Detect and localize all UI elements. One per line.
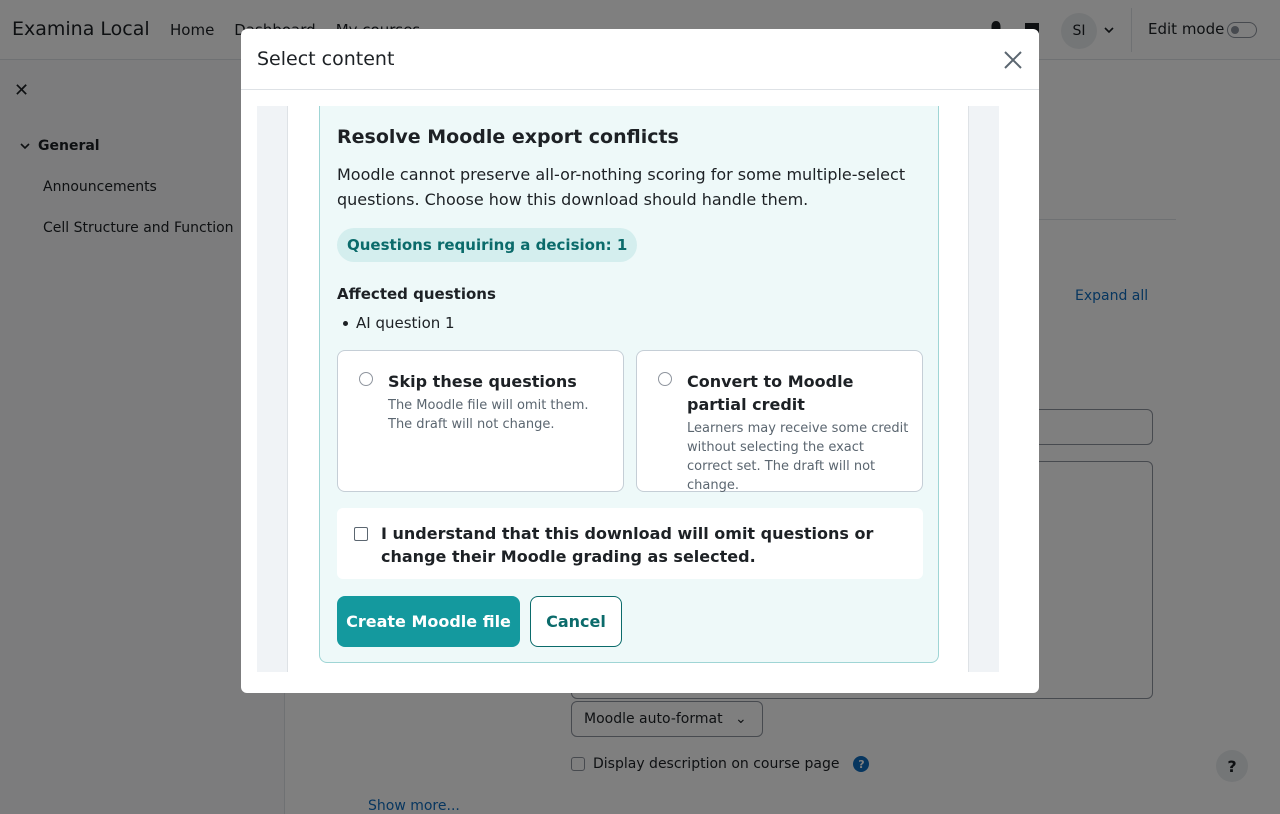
affected-questions-heading: Affected questions [337, 285, 496, 303]
create-moodle-file-button[interactable]: Create Moodle file [337, 596, 520, 647]
option-title: Convert to Moodle partial credit [687, 372, 854, 414]
bullet-icon [343, 320, 348, 326]
option-skip-questions[interactable]: Skip these questions The Moodle file wil… [337, 350, 624, 492]
acknowledge-box: I understand that this download will omi… [337, 508, 923, 579]
option-description: Learners may receive some credit without… [687, 421, 909, 493]
acknowledge-label[interactable]: I understand that this download will omi… [381, 522, 901, 568]
convert-partial-credit-radio[interactable] [658, 372, 672, 386]
affected-question-item: AI question 1 [343, 314, 455, 332]
panel-description: Moodle cannot preserve all-or-nothing sc… [337, 165, 906, 209]
affected-question-label: AI question 1 [356, 314, 455, 332]
close-icon[interactable] [1003, 50, 1023, 70]
option-convert-partial-credit[interactable]: Convert to Moodle partial credit Learner… [636, 350, 923, 493]
modal-title: Select content [257, 48, 395, 70]
skip-questions-radio[interactable] [359, 372, 373, 386]
modal-content-frame: Resolve Moodle export conflicts Moodle c… [257, 106, 999, 672]
modal-header: Select content [241, 29, 1039, 90]
frame-inner-page: Resolve Moodle export conflicts Moodle c… [287, 106, 969, 672]
cancel-button[interactable]: Cancel [530, 596, 622, 647]
panel-title: Resolve Moodle export conflicts [337, 126, 679, 148]
acknowledge-checkbox[interactable] [354, 527, 368, 541]
export-conflicts-panel: Resolve Moodle export conflicts Moodle c… [319, 106, 939, 663]
option-title: Skip these questions [388, 372, 577, 391]
decision-count-badge: Questions requiring a decision: 1 [337, 228, 638, 262]
option-description: The Moodle file will omit them. The draf… [388, 398, 589, 432]
select-content-modal: Select content Resolve Moodle export con… [241, 29, 1039, 693]
